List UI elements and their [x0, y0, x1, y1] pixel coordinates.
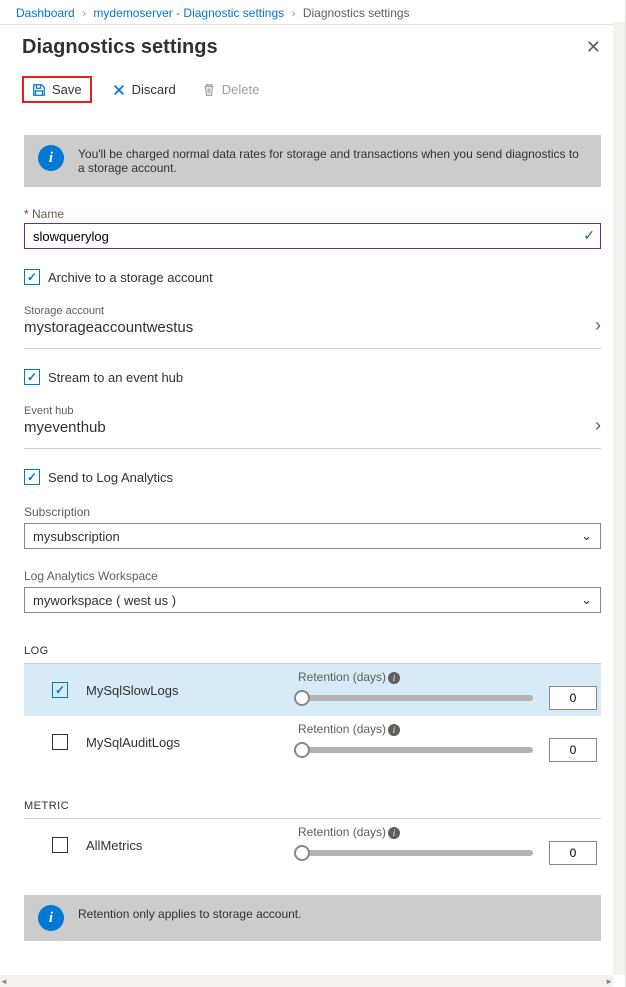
log-analytics-label: Send to Log Analytics: [48, 470, 173, 485]
storage-account-picker[interactable]: Storage account mystorageaccountwestus ›: [24, 299, 601, 349]
row-mysqlslowlogs-checkbox[interactable]: [52, 682, 68, 698]
retention-label: Retention (days)i: [298, 670, 597, 684]
row-mysqlslowlogs-name: MySqlSlowLogs: [78, 683, 288, 698]
info-icon: i: [38, 905, 64, 931]
subscription-select[interactable]: mysubscription ⌄: [24, 523, 601, 549]
archive-checkbox[interactable]: [24, 269, 40, 285]
row-mysqlauditlogs-checkbox[interactable]: [52, 734, 68, 750]
name-label: Name: [24, 207, 601, 221]
breadcrumb-server[interactable]: mydemoserver - Diagnostic settings: [93, 6, 284, 20]
info-text: Retention only applies to storage accoun…: [78, 907, 301, 921]
blade-header: Diagnostics settings ✕: [0, 25, 625, 72]
retention-value-slowlogs[interactable]: [549, 686, 597, 710]
close-button[interactable]: ✕: [578, 33, 609, 62]
log-analytics-checkbox[interactable]: [24, 469, 40, 485]
retention-slider-auditlogs[interactable]: [298, 747, 533, 753]
chevron-down-icon: ⌄: [581, 592, 592, 608]
retention-slider-slowlogs[interactable]: [298, 695, 533, 701]
subscription-value: mysubscription: [33, 529, 120, 544]
save-icon: [32, 83, 46, 97]
horizontal-scrollbar[interactable]: ◄►: [0, 975, 613, 987]
breadcrumb: Dashboard › mydemoserver - Diagnostic se…: [0, 0, 625, 25]
storage-account-value: mystorageaccountwestus: [24, 319, 193, 336]
save-button[interactable]: Save: [22, 76, 92, 103]
row-allmetrics: AllMetrics Retention (days)i: [24, 819, 601, 871]
archive-checkbox-row[interactable]: Archive to a storage account: [24, 269, 601, 285]
stream-label: Stream to an event hub: [48, 370, 183, 385]
chevron-right-icon: ›: [595, 315, 601, 336]
storage-account-label: Storage account: [24, 305, 193, 317]
retention-value-allmetrics[interactable]: [549, 841, 597, 865]
retention-label: Retention (days)i: [298, 825, 597, 839]
row-allmetrics-name: AllMetrics: [78, 838, 288, 853]
workspace-label: Log Analytics Workspace: [24, 569, 601, 583]
retention-label: Retention (days)i: [298, 722, 597, 736]
chevron-right-icon: ›: [595, 415, 601, 436]
info-icon[interactable]: i: [388, 827, 400, 839]
chevron-right-icon: ›: [82, 6, 86, 20]
delete-icon: [202, 83, 216, 97]
info-icon[interactable]: i: [388, 724, 400, 736]
chevron-down-icon: ⌄: [581, 528, 592, 544]
info-banner-retention: i Retention only applies to storage acco…: [24, 895, 601, 941]
row-mysqlslowlogs: MySqlSlowLogs Retention (days)i: [24, 664, 601, 716]
discard-icon: [112, 83, 126, 97]
info-icon: i: [38, 145, 64, 171]
row-allmetrics-checkbox[interactable]: [52, 837, 68, 853]
log-analytics-checkbox-row[interactable]: Send to Log Analytics: [24, 469, 601, 485]
retention-slider-allmetrics[interactable]: [298, 850, 533, 856]
workspace-value: myworkspace ( west us ): [33, 593, 176, 608]
event-hub-picker[interactable]: Event hub myeventhub ›: [24, 399, 601, 449]
discard-button[interactable]: Discard: [106, 80, 182, 99]
subscription-label: Subscription: [24, 505, 601, 519]
section-log: LOG: [24, 645, 601, 664]
workspace-select[interactable]: myworkspace ( west us ) ⌄: [24, 587, 601, 613]
discard-label: Discard: [132, 82, 176, 97]
breadcrumb-current: Diagnostics settings: [303, 6, 410, 20]
delete-label: Delete: [222, 82, 260, 97]
info-icon[interactable]: i: [388, 672, 400, 684]
blade-body: i You'll be charged normal data rates fo…: [0, 113, 625, 945]
event-hub-value: myeventhub: [24, 419, 106, 436]
breadcrumb-dashboard[interactable]: Dashboard: [16, 6, 75, 20]
delete-button[interactable]: Delete: [196, 80, 266, 99]
save-label: Save: [52, 82, 82, 97]
chevron-right-icon: ›: [291, 6, 295, 20]
row-mysqlauditlogs-name: MySqlAuditLogs: [78, 735, 288, 750]
page-title: Diagnostics settings: [22, 36, 218, 59]
stream-checkbox[interactable]: [24, 369, 40, 385]
archive-label: Archive to a storage account: [48, 270, 213, 285]
row-mysqlauditlogs: MySqlAuditLogs Retention (days)i: [24, 716, 601, 768]
section-metric: METRIC: [24, 800, 601, 819]
event-hub-label: Event hub: [24, 405, 106, 417]
vertical-scrollbar[interactable]: [613, 22, 625, 975]
info-banner-charges: i You'll be charged normal data rates fo…: [24, 135, 601, 187]
stream-checkbox-row[interactable]: Stream to an event hub: [24, 369, 601, 385]
toolbar: Save Discard Delete: [0, 72, 625, 113]
name-input-wrap: ✓: [24, 223, 601, 249]
retention-value-auditlogs[interactable]: [549, 738, 597, 762]
valid-check-icon: ✓: [583, 227, 595, 244]
name-input[interactable]: [24, 223, 601, 249]
info-text: You'll be charged normal data rates for …: [78, 147, 587, 175]
